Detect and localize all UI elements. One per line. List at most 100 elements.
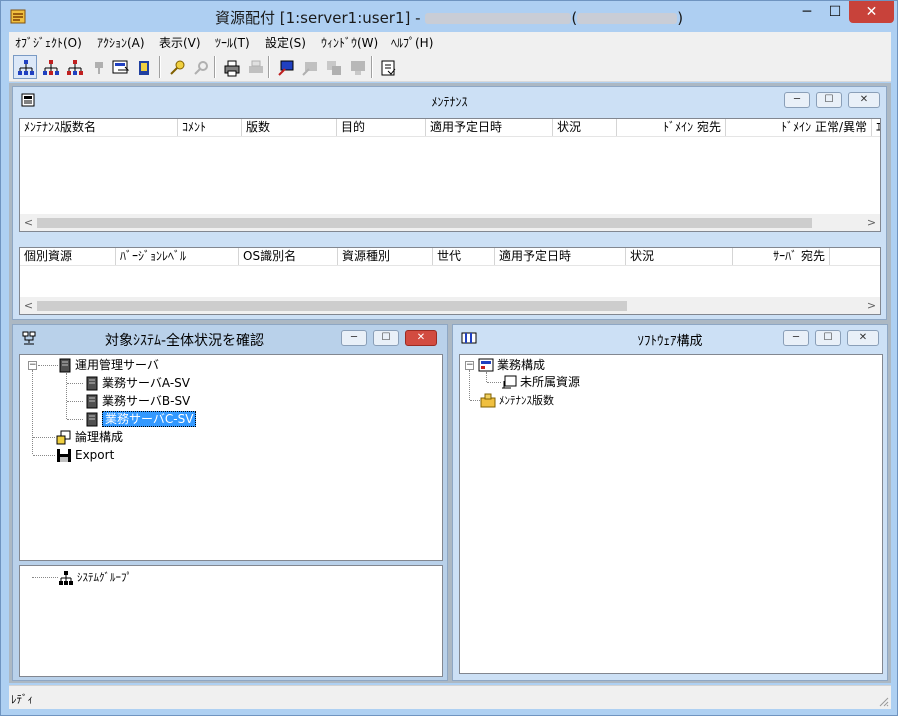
tree-item-server-b[interactable]: 業務サーバB-SV [85, 392, 190, 410]
search-icon[interactable] [165, 55, 189, 79]
col-maintenance-name[interactable]: ﾒﾝﾃﾅﾝｽ版数名 [20, 119, 178, 136]
menu-object[interactable]: ｵﾌﾞｼﾞｪｸﾄ(O) [15, 34, 82, 51]
tree-item-system-group[interactable]: ｼｽﾃﾑｸﾞﾙｰﾌﾟ [58, 568, 132, 586]
col-status-2[interactable]: 状況 [626, 248, 733, 265]
col-apply-date-2[interactable]: 適用予定日時 [495, 248, 626, 265]
col-os-id[interactable]: OS識別名 [239, 248, 338, 265]
col-domain-dest[interactable]: ﾄﾞﾒｲﾝ 宛先 [617, 119, 726, 136]
business-config-icon [478, 358, 494, 372]
tree-red-alt-icon[interactable] [62, 55, 86, 79]
col-domain-ok-ng[interactable]: ﾄﾞﾒｲﾝ 正常/異常 [726, 119, 872, 136]
title-bar[interactable]: 資源配付 [1:server1:user1] - ████-████-████(… [1, 1, 897, 32]
tree-label: ｼｽﾃﾑｸﾞﾙｰﾌﾟ [77, 571, 132, 584]
business-collapse-toggle[interactable]: − [465, 361, 474, 370]
software-title-bar[interactable]: ｿﾌﾄｳｪｱ構成 ─ ☐ ✕ [453, 325, 887, 351]
menu-help[interactable]: ﾍﾙﾌﾟ(H) [391, 34, 433, 51]
software-maximize-button[interactable]: ☐ [815, 330, 841, 346]
tree-label: 業務サーバA-SV [102, 376, 190, 390]
system-group-tree[interactable]: ｼｽﾃﾑｸﾞﾙｰﾌﾟ [19, 565, 443, 677]
screen-disabled-icon[interactable] [345, 55, 369, 79]
redacted-ip: ██.███.██.██ [577, 13, 678, 24]
maintenance-minimize-button[interactable]: ─ [784, 92, 810, 108]
printer-icon[interactable] [219, 55, 243, 79]
maintenance-close-button[interactable]: ✕ [848, 92, 880, 108]
software-close-button[interactable]: ✕ [847, 330, 879, 346]
toolbar [9, 52, 891, 82]
export-icon[interactable] [376, 55, 400, 79]
col-resource-type[interactable]: 資源種別 [338, 248, 433, 265]
target-system-window: 対象ｼｽﾃﾑ-全体状況を確認 ─ ☐ ✕ − 運用管理サーバ 業務サーバA-SV… [12, 324, 448, 681]
system-minimize-button[interactable]: ─ [341, 330, 367, 346]
printer-disabled-icon[interactable] [243, 55, 267, 79]
maintenance-list-header: ﾒﾝﾃﾅﾝｽ版数名 ｺﾒﾝﾄ 版数 目的 適用予定日時 状況 ﾄﾞﾒｲﾝ 宛先 … [20, 119, 880, 137]
col-version[interactable]: 版数 [242, 119, 337, 136]
tree-line [486, 372, 487, 382]
monitor-disabled-icon[interactable] [297, 55, 321, 79]
scroll-thumb[interactable] [37, 218, 812, 228]
scroll-right-arrow[interactable]: > [863, 214, 880, 231]
tree-item-server-a[interactable]: 業務サーバA-SV [85, 374, 190, 392]
tree-label: 論理構成 [75, 430, 124, 444]
software-tree[interactable]: − 業務構成 未所属資源 ﾒﾝﾃﾅﾝｽ版数 [459, 354, 883, 674]
col-truncated[interactable]: ｴ [872, 119, 880, 136]
col-status[interactable]: 状況 [553, 119, 617, 136]
status-bar: ﾚﾃﾞｨ [9, 685, 891, 709]
resource-list[interactable]: 個別資源 ﾊﾞｰｼﾞｮﾝﾚﾍﾞﾙ OS識別名 資源種別 世代 適用予定日時 状況… [19, 247, 881, 315]
col-individual-resource[interactable]: 個別資源 [20, 248, 116, 265]
server-icon [86, 412, 98, 427]
tree-line [469, 370, 470, 400]
tree-label-selected: 業務サーバC-SV [102, 411, 197, 427]
tree-line [32, 370, 33, 454]
scroll-left-arrow[interactable]: < [20, 297, 37, 314]
arrow-disabled-icon[interactable] [86, 55, 110, 79]
col-version-level[interactable]: ﾊﾞｰｼﾞｮﾝﾚﾍﾞﾙ [116, 248, 239, 265]
system-close-button[interactable]: ✕ [405, 330, 437, 346]
tree-item-server-c[interactable]: 業務サーバC-SV [85, 410, 197, 428]
scroll-thumb[interactable] [37, 301, 627, 311]
tree-item-export[interactable]: Export [56, 446, 114, 464]
system-tree[interactable]: − 運用管理サーバ 業務サーバA-SV 業務サーバB-SV 業務サーバC-SV … [19, 354, 443, 561]
minimize-button[interactable]: ─ [793, 1, 821, 23]
tree-item-maintenance-versions[interactable]: ﾒﾝﾃﾅﾝｽ版数 [480, 391, 554, 409]
monitor-icon[interactable] [273, 55, 297, 79]
maximize-button[interactable]: ☐ [821, 1, 849, 23]
tree-item-business-config[interactable]: 業務構成 [478, 356, 545, 374]
col-server-dest[interactable]: ｻｰﾊﾞ 宛先 [733, 248, 830, 265]
tree-label: 運用管理サーバ [75, 358, 159, 372]
pages-disabled-icon[interactable] [321, 55, 345, 79]
menu-settings[interactable]: 設定(S) [265, 34, 306, 51]
resize-grip-icon[interactable] [877, 695, 889, 707]
maintenance-hscrollbar[interactable]: < > [20, 214, 880, 231]
col-generation[interactable]: 世代 [433, 248, 495, 265]
menu-action[interactable]: ｱｸｼｮﾝ(A) [97, 34, 145, 51]
menu-view[interactable]: 表示(V) [159, 34, 201, 51]
root-collapse-toggle[interactable]: − [28, 361, 37, 370]
book-icon[interactable] [132, 55, 156, 79]
scroll-right-arrow[interactable]: > [863, 297, 880, 314]
system-maximize-button[interactable]: ☐ [373, 330, 399, 346]
close-button[interactable]: ✕ [849, 1, 894, 23]
toolbar-separator [371, 56, 373, 78]
col-apply-date[interactable]: 適用予定日時 [426, 119, 553, 136]
scroll-left-arrow[interactable]: < [20, 214, 37, 231]
tool-disabled-icon[interactable] [189, 55, 213, 79]
menu-window[interactable]: ｳｨﾝﾄﾞｳ(W) [321, 34, 378, 51]
col-comment[interactable]: ｺﾒﾝﾄ [178, 119, 242, 136]
maintenance-maximize-button[interactable]: ☐ [816, 92, 842, 108]
tree-item-unassigned-resources[interactable]: 未所属資源 [501, 373, 580, 391]
tree-blue-icon[interactable] [13, 55, 37, 79]
software-minimize-button[interactable]: ─ [783, 330, 809, 346]
tree-item-logical-config[interactable]: 論理構成 [56, 428, 123, 446]
target-system-title-bar[interactable]: 対象ｼｽﾃﾑ-全体状況を確認 ─ ☐ ✕ [13, 325, 447, 351]
tree-red-icon[interactable] [38, 55, 62, 79]
server-arrow-icon[interactable] [108, 55, 132, 79]
maintenance-list[interactable]: ﾒﾝﾃﾅﾝｽ版数名 ｺﾒﾝﾄ 版数 目的 適用予定日時 状況 ﾄﾞﾒｲﾝ 宛先 … [19, 118, 881, 232]
maintenance-window: ﾒﾝﾃﾅﾝｽ ─ ☐ ✕ ﾒﾝﾃﾅﾝｽ版数名 ｺﾒﾝﾄ 版数 目的 適用予定日時… [12, 86, 887, 320]
menu-tool[interactable]: ﾂｰﾙ(T) [215, 34, 250, 51]
tree-item-management-server[interactable]: 運用管理サーバ [58, 356, 159, 374]
maintenance-title-bar[interactable]: ﾒﾝﾃﾅﾝｽ ─ ☐ ✕ [13, 87, 886, 113]
server-icon [86, 394, 98, 409]
col-purpose[interactable]: 目的 [337, 119, 426, 136]
resource-hscrollbar[interactable]: < > [20, 297, 880, 314]
tree-line [67, 419, 83, 420]
